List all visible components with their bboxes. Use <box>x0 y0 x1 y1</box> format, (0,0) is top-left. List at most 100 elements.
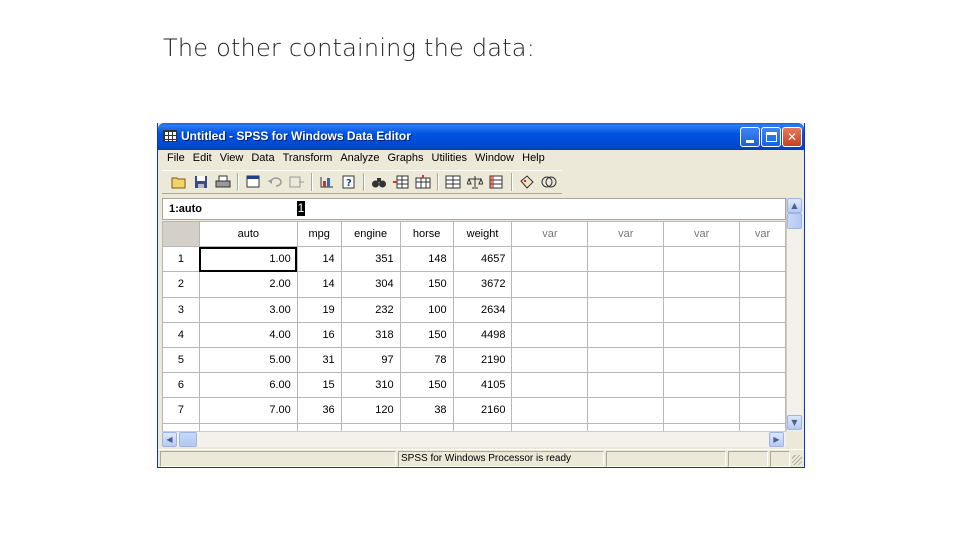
cell-auto[interactable]: 4.00 <box>198 321 298 348</box>
scroll-down-button[interactable]: ▼ <box>787 415 802 430</box>
cell-engine[interactable]: 351 <box>340 246 401 273</box>
cell-editor-input[interactable]: 1 <box>297 201 305 216</box>
cell-horse[interactable]: 100 <box>399 296 454 323</box>
column-header-weight[interactable]: weight <box>452 221 513 248</box>
menu-transform[interactable]: Transform <box>280 150 338 168</box>
cell-empty[interactable] <box>399 422 454 431</box>
dialog-recall-icon[interactable] <box>244 173 262 191</box>
cell-horse[interactable]: 150 <box>399 271 454 298</box>
column-header-var[interactable]: var <box>663 221 741 248</box>
scroll-left-button[interactable]: ◀ <box>162 432 177 447</box>
insert-case-icon[interactable] <box>392 173 410 191</box>
cell-weight[interactable]: 4498 <box>452 321 513 348</box>
cell-empty[interactable] <box>663 296 741 323</box>
undo-icon[interactable] <box>266 173 284 191</box>
cell-mpg[interactable]: 16 <box>296 321 342 348</box>
cell-horse[interactable]: 150 <box>399 321 454 348</box>
cell-weight[interactable]: 2634 <box>452 296 513 323</box>
row-number[interactable]: 1 <box>162 246 200 273</box>
cell-empty[interactable] <box>663 321 741 348</box>
vertical-scroll-thumb[interactable] <box>787 213 802 229</box>
weight-cases-icon[interactable] <box>466 173 484 191</box>
cell-empty[interactable] <box>587 346 665 374</box>
cell-empty[interactable] <box>587 271 665 298</box>
column-header-var[interactable]: var <box>587 221 665 248</box>
row-number[interactable]: 6 <box>162 372 200 399</box>
value-labels-icon[interactable] <box>518 173 536 191</box>
menu-help[interactable]: Help <box>519 150 550 168</box>
cell-empty[interactable] <box>587 321 665 348</box>
cell-empty[interactable] <box>739 321 786 348</box>
row-number[interactable]: 5 <box>162 346 200 374</box>
column-header-horse[interactable]: horse <box>399 221 454 248</box>
cell-empty[interactable] <box>511 346 589 374</box>
print-icon[interactable] <box>214 173 232 191</box>
cell-horse[interactable]: 38 <box>399 397 454 424</box>
save-icon[interactable] <box>192 173 210 191</box>
cell-empty[interactable] <box>511 422 589 431</box>
scroll-up-button[interactable]: ▲ <box>787 198 802 213</box>
maximize-button[interactable] <box>761 127 781 147</box>
menu-data[interactable]: Data <box>248 150 279 168</box>
cell-engine[interactable]: 304 <box>340 271 401 298</box>
cell-empty[interactable] <box>663 271 741 298</box>
cell-auto[interactable]: 6.00 <box>198 372 298 399</box>
column-header-var[interactable]: var <box>739 221 786 248</box>
cell-auto[interactable]: 5.00 <box>198 346 298 374</box>
select-cases-icon[interactable] <box>488 173 506 191</box>
menu-analyze[interactable]: Analyze <box>337 150 384 168</box>
cell-empty[interactable] <box>739 372 786 399</box>
cell-empty[interactable] <box>663 397 741 424</box>
menu-graphs[interactable]: Graphs <box>384 150 428 168</box>
cell-empty[interactable] <box>663 346 741 374</box>
cell-horse[interactable]: 148 <box>399 246 454 273</box>
cell-empty[interactable] <box>340 422 401 431</box>
cell-empty[interactable] <box>587 296 665 323</box>
goto-chart-icon[interactable] <box>318 173 336 191</box>
row-number[interactable]: 4 <box>162 321 200 348</box>
cell-mpg[interactable]: 19 <box>296 296 342 323</box>
cell-engine[interactable]: 120 <box>340 397 401 424</box>
row-number[interactable] <box>162 422 200 431</box>
cell-empty[interactable] <box>739 296 786 323</box>
cell-empty[interactable] <box>511 271 589 298</box>
cell-engine[interactable]: 310 <box>340 372 401 399</box>
cell-empty[interactable] <box>511 296 589 323</box>
cell-empty[interactable] <box>739 346 786 374</box>
menu-window[interactable]: Window <box>472 150 519 168</box>
cell-mpg[interactable]: 36 <box>296 397 342 424</box>
horizontal-scrollbar[interactable]: ◀ ▶ <box>162 431 786 447</box>
cell-empty[interactable] <box>587 397 665 424</box>
split-file-icon[interactable] <box>444 173 462 191</box>
row-number[interactable]: 7 <box>162 397 200 424</box>
cell-empty[interactable] <box>587 372 665 399</box>
cell-empty[interactable] <box>663 422 741 431</box>
cell-empty[interactable] <box>296 422 342 431</box>
vertical-scrollbar[interactable]: ▲ ▼ <box>786 198 802 431</box>
cell-empty[interactable] <box>511 246 589 273</box>
close-button[interactable]: ✕ <box>782 127 802 147</box>
cell-weight[interactable]: 4657 <box>452 246 513 273</box>
horizontal-scroll-thumb[interactable] <box>179 432 197 447</box>
cell-engine[interactable]: 318 <box>340 321 401 348</box>
cell-empty[interactable] <box>663 246 741 273</box>
column-header-var[interactable]: var <box>511 221 589 248</box>
cell-empty[interactable] <box>511 397 589 424</box>
cell-engine[interactable]: 232 <box>340 296 401 323</box>
row-number[interactable]: 3 <box>162 296 200 323</box>
find-icon[interactable] <box>370 173 388 191</box>
cell-horse[interactable]: 78 <box>399 346 454 374</box>
minimize-button[interactable] <box>740 127 760 147</box>
cell-weight[interactable]: 4105 <box>452 372 513 399</box>
cell-auto[interactable]: 1.00 <box>198 246 298 273</box>
cell-empty[interactable] <box>511 321 589 348</box>
cell-horse[interactable]: 150 <box>399 372 454 399</box>
use-sets-icon[interactable] <box>540 173 558 191</box>
cell-empty[interactable] <box>739 422 786 431</box>
cell-mpg[interactable]: 31 <box>296 346 342 374</box>
cell-weight[interactable]: 2160 <box>452 397 513 424</box>
menu-edit[interactable]: Edit <box>190 150 217 168</box>
menu-view[interactable]: View <box>217 150 249 168</box>
cell-auto[interactable]: 3.00 <box>198 296 298 323</box>
cell-empty[interactable] <box>587 422 665 431</box>
